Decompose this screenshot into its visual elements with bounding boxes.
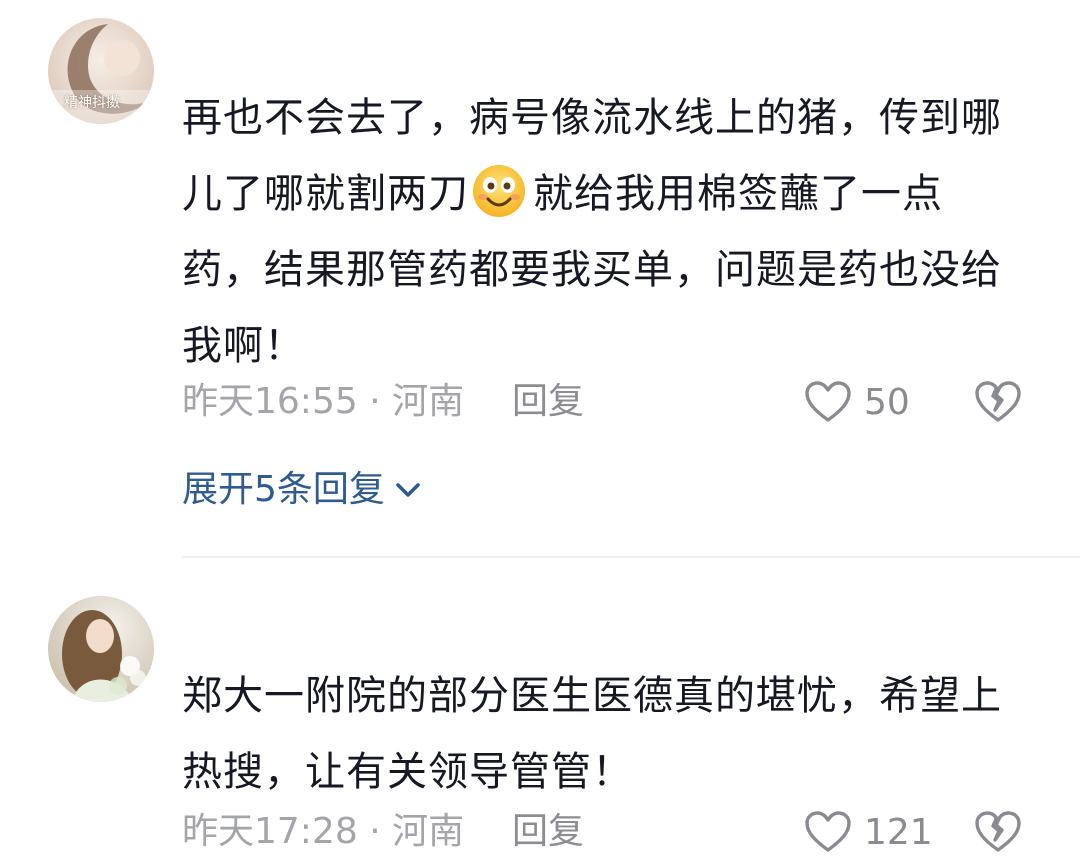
smiling-face-emoji-icon	[473, 165, 525, 217]
comment-item: 郑大一附院的部分医生医德真的堪忧，希望上热搜，让有关领导管管！ 昨天17:28 …	[0, 560, 1080, 853]
comment-time: 昨天17:28	[182, 811, 358, 852]
comment-location: 河南	[392, 811, 465, 852]
like-button[interactable]: 50	[804, 378, 910, 426]
avatar[interactable]	[48, 596, 154, 702]
avatar-image	[48, 596, 154, 702]
comment-meta: 昨天17:28 · 河南 回复	[182, 810, 584, 854]
meta-separator: ·	[357, 381, 393, 422]
broken-heart-icon[interactable]	[974, 378, 1022, 426]
comment-meta: 昨天16:55 · 河南 回复	[182, 380, 584, 424]
heart-icon	[805, 381, 851, 422]
comment-location: 河南	[392, 381, 465, 422]
heart-icon	[805, 811, 851, 852]
chevron-down-icon	[396, 483, 420, 497]
like-count: 50	[864, 381, 910, 423]
avatar[interactable]: 精神抖擞	[48, 18, 154, 124]
meta-separator: ·	[357, 811, 393, 852]
comment-time: 昨天16:55	[182, 381, 358, 422]
reply-button[interactable]: 回复	[512, 810, 584, 854]
like-button[interactable]: 121	[804, 808, 933, 856]
reply-button[interactable]: 回复	[512, 380, 584, 424]
comment-divider	[182, 556, 1080, 558]
broken-heart-icon[interactable]	[974, 808, 1022, 856]
comment-text: 再也不会去了，病号像流水线上的猪，传到哪儿了哪就割两刀 就给我用棉签蘸了一点药，结…	[182, 80, 1022, 384]
comment-text: 郑大一附院的部分医生医德真的堪忧，希望上热搜，让有关领导管管！	[182, 673, 1002, 795]
comment-item: 精神抖擞 再也不会去了，病号像流水线上的猪，传到哪儿了哪就割两刀 就给我用棉签蘸了…	[0, 0, 1080, 560]
expand-replies-label: 展开5条回复	[182, 469, 385, 510]
like-count: 121	[864, 811, 933, 853]
avatar-watermark: 精神抖擞	[64, 95, 120, 111]
expand-replies-button[interactable]: 展开5条回复	[182, 466, 423, 514]
